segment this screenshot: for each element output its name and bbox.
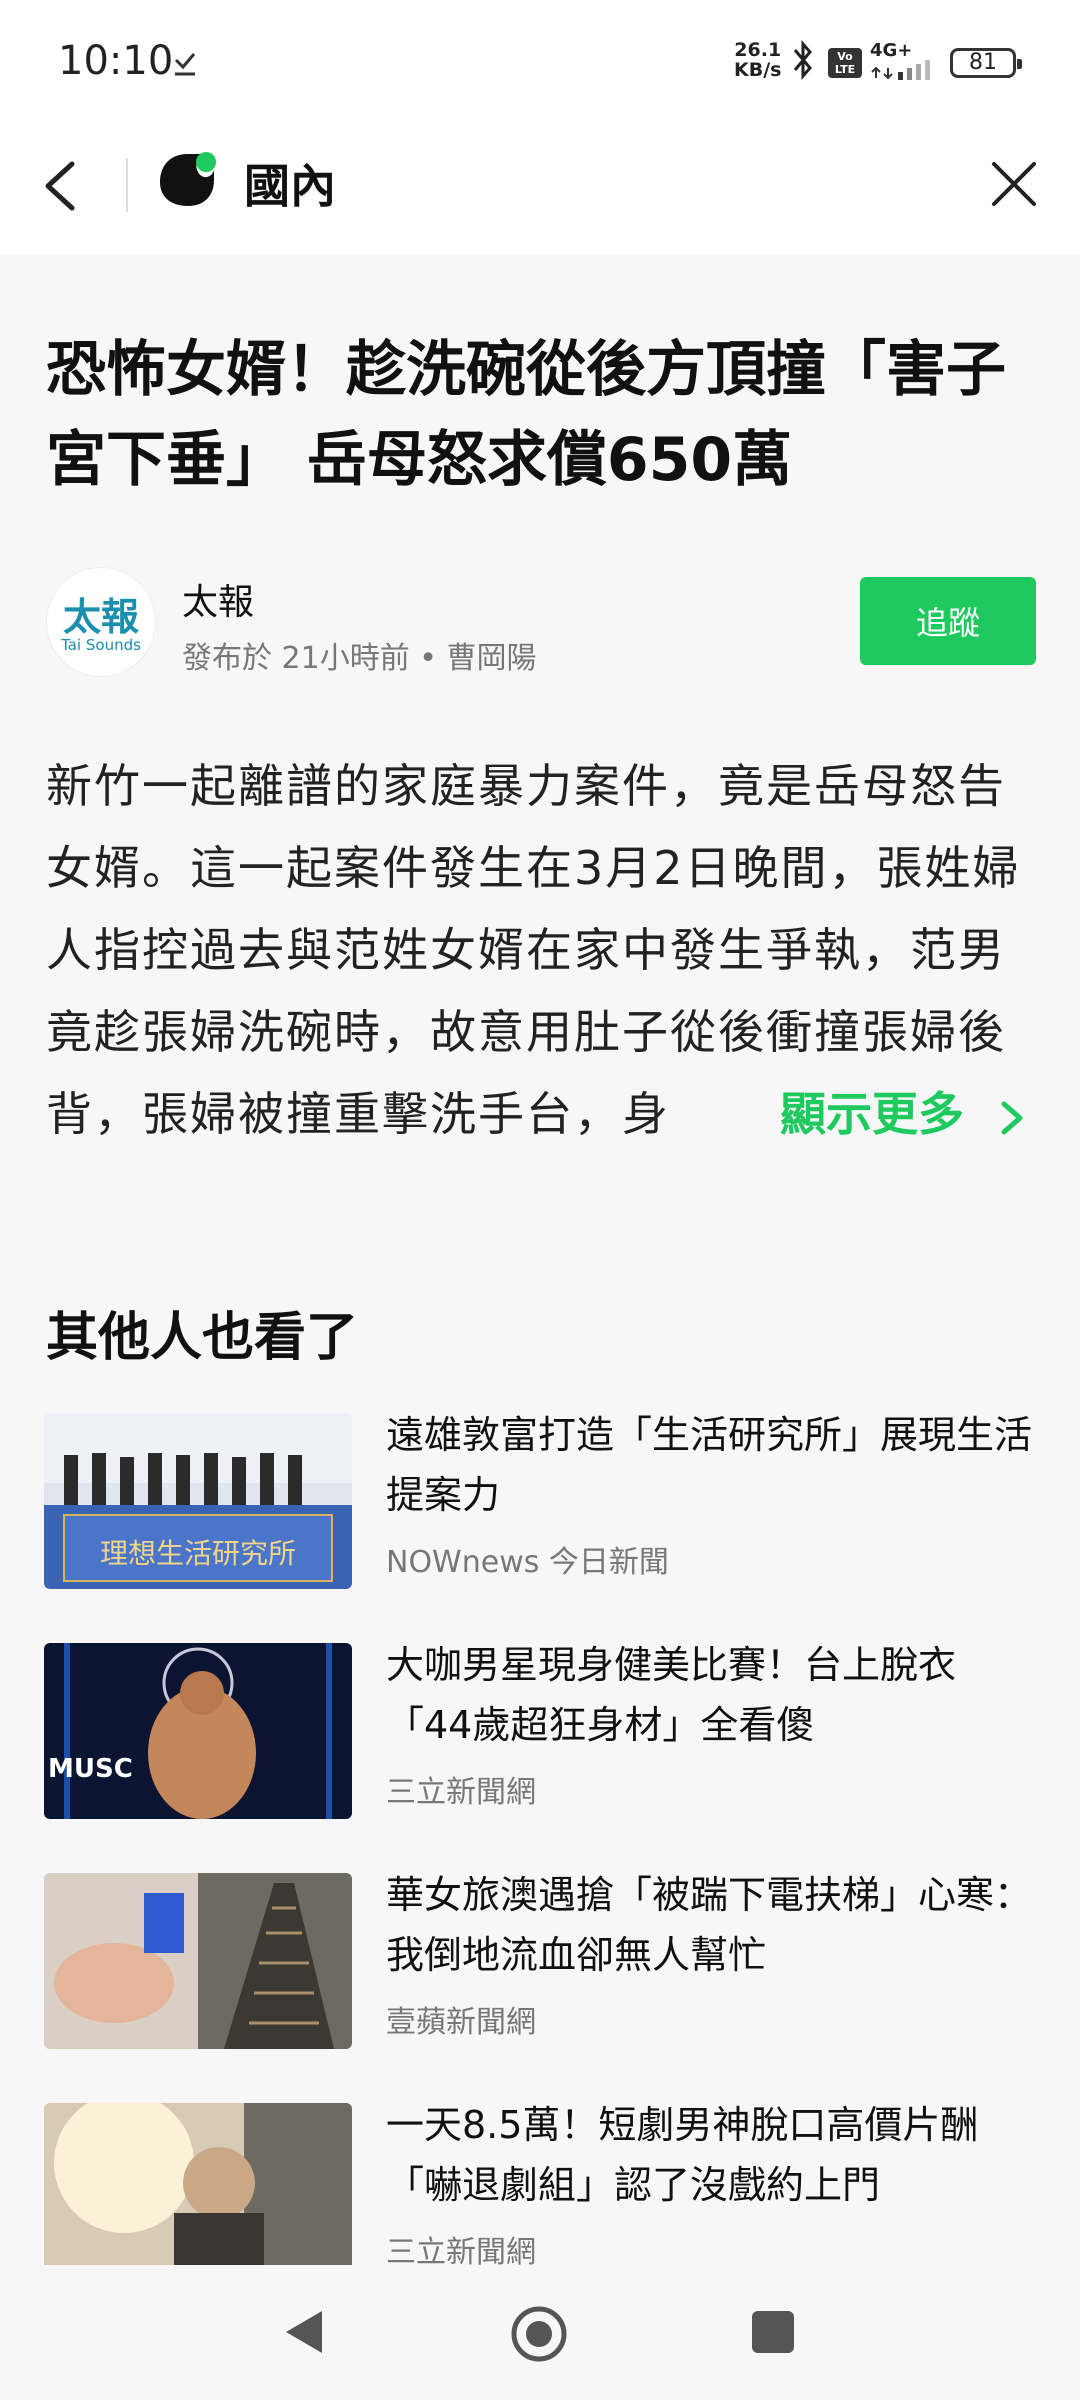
page-title: 國內	[244, 159, 336, 213]
status-time: 10:10	[58, 38, 174, 84]
download-done-icon	[174, 53, 196, 76]
show-more-label: 顯示更多	[780, 1087, 964, 1141]
related-source: 壹蘋新聞網	[386, 2005, 536, 2040]
related-item[interactable]: 華女旅澳遇搶「被踹下電扶梯」心寒：我倒地流血卻無人幫忙 壹蘋新聞網	[0, 1865, 1080, 2049]
thumb-caption: 理想生活研究所	[100, 1537, 296, 1570]
body-fade	[660, 1073, 780, 1155]
source-avatar[interactable]: 太報 Tai Sounds	[46, 567, 156, 677]
related-thumbnail: 理想生活研究所	[44, 1413, 352, 1589]
related-thumbnail	[44, 1873, 352, 2049]
related-heading: 其他人也看了	[46, 1308, 359, 1368]
system-nav-bar	[0, 2265, 1080, 2400]
bluetooth-icon	[793, 40, 812, 80]
app-logo	[160, 152, 216, 206]
related-source: 三立新聞網	[386, 1775, 536, 1810]
nav-home-icon[interactable]	[510, 2305, 568, 2363]
nav-back-icon[interactable]	[282, 2307, 326, 2357]
back-button[interactable]	[34, 150, 94, 222]
related-item[interactable]: MUSC 大咖男星現身健美比賽！台上脫衣「44歲超狂身材」全看傻 三立新聞網	[0, 1635, 1080, 1819]
related-source: NOWnews 今日新聞	[386, 1545, 669, 1580]
net-speed: 26.1 KB/s	[734, 40, 781, 80]
follow-button[interactable]: 追蹤	[860, 577, 1036, 665]
avatar-logo-text: 太報	[62, 595, 139, 639]
volte-badge: Vo LTE	[828, 48, 862, 78]
signal-icon: 4G+	[870, 40, 940, 80]
related-thumbnail: MUSC	[44, 1643, 352, 1819]
show-more-button[interactable]: 顯示更多	[770, 1077, 1027, 1151]
related-title: 遠雄敦富打造「生活研究所」展現生活提案力	[386, 1413, 1033, 1517]
battery-icon: 81	[950, 48, 1022, 78]
related-title: 大咖男星現身健美比賽！台上脫衣「44歲超狂身材」全看傻	[386, 1643, 957, 1747]
close-icon[interactable]	[986, 156, 1042, 212]
chevron-right-icon	[1001, 1101, 1023, 1134]
related-item[interactable]: 理想生活研究所 遠雄敦富打造「生活研究所」展現生活提案力 NOWnews 今日新…	[0, 1405, 1080, 1589]
article-title: 恐怖女婿！趁洗碗從後方頂撞「害子宮下垂」 岳母怒求償650萬	[46, 335, 1006, 495]
source-meta: 發布於 21小時前 • 曹岡陽	[182, 641, 537, 676]
source-name[interactable]: 太報	[182, 573, 254, 625]
status-bar: 10:10 26.1 KB/s Vo LTE 4G+ 81	[0, 0, 1080, 120]
nav-recents-icon[interactable]	[752, 2311, 794, 2353]
related-title: 華女旅澳遇搶「被踹下電扶梯」心寒：我倒地流血卻無人幫忙	[386, 1873, 1033, 1977]
net-speed-value: 26.1	[734, 39, 782, 61]
avatar-logo-subtext: Tai Sounds	[61, 636, 141, 654]
content-area: 恐怖女婿！趁洗碗從後方頂撞「害子宮下垂」 岳母怒求償650萬 太報 Tai So…	[0, 255, 1080, 2279]
related-thumbnail	[44, 2103, 352, 2279]
app-header: 國內	[0, 120, 1080, 255]
related-title: 一天8.5萬！短劇男神脫口高價片酬「嚇退劇組」認了沒戲約上門	[386, 2103, 979, 2207]
thumb-caption: MUSC	[48, 1754, 133, 1784]
net-speed-unit: KB/s	[734, 59, 782, 81]
header-divider	[126, 158, 128, 212]
related-item[interactable]: 一天8.5萬！短劇男神脫口高價片酬「嚇退劇組」認了沒戲約上門 三立新聞網	[0, 2095, 1080, 2279]
